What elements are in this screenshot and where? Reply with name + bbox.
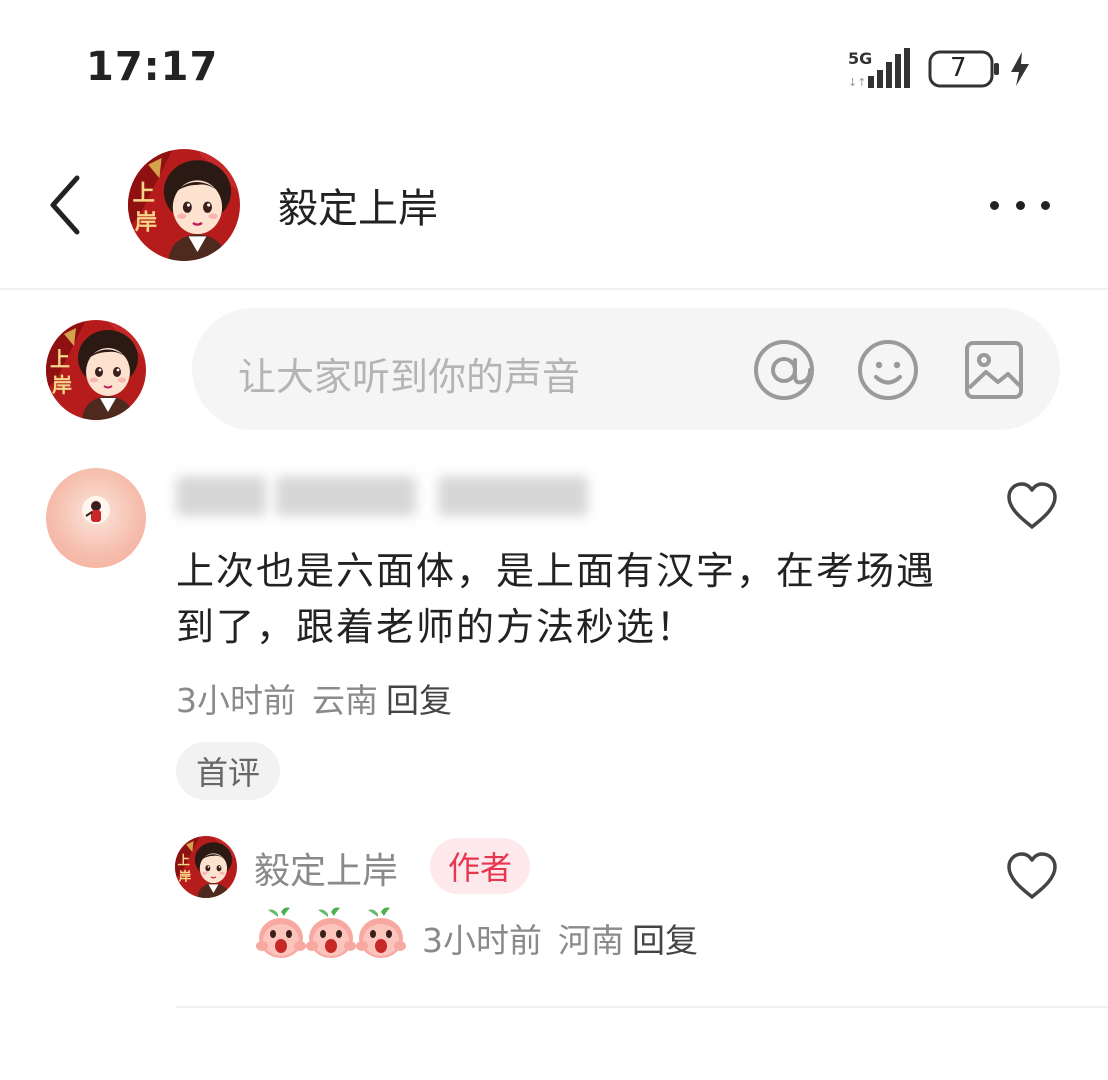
comment-like-button[interactable]	[1002, 478, 1062, 534]
more-dot	[1015, 200, 1025, 210]
comment-reply-button[interactable]: 回复	[386, 681, 452, 720]
svg-text:↓↑: ↓↑	[848, 76, 866, 89]
signal-5g-icon: 5G ↓↑	[846, 46, 916, 90]
commenter-avatar[interactable]	[46, 468, 146, 568]
battery-level: 7	[950, 53, 967, 83]
commenter-name-blurred[interactable]	[176, 470, 596, 520]
composer-placeholder[interactable]: 让大家听到你的声音	[238, 346, 580, 401]
peach-emoji-icon	[254, 906, 308, 962]
reply-meta: 3小时前 河南 回复	[422, 914, 698, 962]
reply-time: 3小时前	[422, 921, 542, 960]
battery-icon: 7	[928, 50, 1002, 88]
header: 毅定上岸	[0, 130, 1108, 290]
emoji-icon[interactable]	[856, 338, 920, 402]
heart-icon	[1007, 482, 1057, 529]
reply-location: 河南	[558, 921, 624, 960]
reply-author-name[interactable]: 毅定上岸	[254, 842, 398, 894]
comment-location: 云南	[312, 681, 378, 720]
at-icon[interactable]	[752, 338, 816, 402]
chevron-left-icon	[50, 175, 80, 235]
peach-emoji-icon	[304, 906, 358, 962]
reply-like-button[interactable]	[1002, 848, 1062, 904]
svg-text:5G: 5G	[848, 49, 872, 68]
author-badge: 作者	[430, 838, 530, 894]
more-dot	[990, 200, 999, 210]
reply-author-avatar[interactable]	[175, 836, 237, 898]
first-comment-badge: 首评	[176, 742, 280, 800]
comment-meta: 3小时前 云南 回复	[176, 674, 452, 722]
comment-composer[interactable]: 让大家听到你的声音	[192, 308, 1060, 430]
header-avatar[interactable]	[128, 149, 240, 261]
status-bar: 17:17 5G ↓↑ 7	[0, 0, 1108, 130]
composer-avatar	[46, 320, 146, 420]
charging-icon	[1008, 50, 1032, 88]
reply-emoji-row	[254, 906, 406, 966]
status-time: 17:17	[86, 44, 219, 90]
peach-emoji-icon	[354, 906, 408, 962]
divider	[176, 1006, 1108, 1008]
heart-icon	[1007, 852, 1057, 899]
page-title[interactable]: 毅定上岸	[278, 176, 438, 234]
back-button[interactable]	[40, 170, 90, 240]
comment-time: 3小时前	[176, 681, 296, 720]
more-dot	[1041, 200, 1050, 210]
more-button[interactable]	[980, 180, 1060, 230]
reply-reply-button[interactable]: 回复	[632, 921, 698, 960]
image-icon[interactable]	[962, 338, 1026, 402]
comment-text: 上次也是六面体，是上面有汉字，在考场遇到了，跟着老师的方法秒选！	[176, 549, 937, 649]
